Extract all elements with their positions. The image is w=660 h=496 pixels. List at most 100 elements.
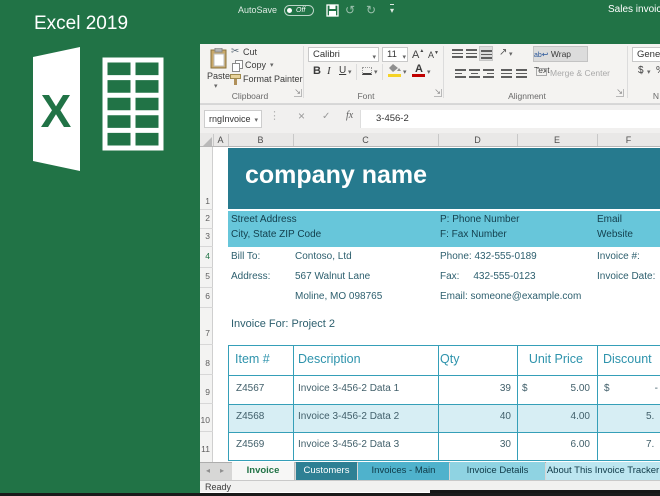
currency-icon[interactable]: $ <box>638 65 644 76</box>
enter-icon[interactable]: ✓ <box>322 111 330 122</box>
borders-icon[interactable] <box>362 67 372 75</box>
column-header-d[interactable]: D <box>438 135 517 145</box>
table-row-qty[interactable]: 40 <box>470 411 511 422</box>
bill-to-label[interactable]: Bill To: <box>231 251 260 262</box>
select-all-button[interactable] <box>203 137 212 146</box>
borders-dropdown-icon[interactable]: ▾ <box>374 68 378 76</box>
table-row-discount[interactable]: 5. <box>646 411 654 422</box>
fax-number-label[interactable]: F: Fax Number <box>440 229 507 240</box>
row-header-8[interactable]: 8 <box>200 358 210 368</box>
table-header-discount[interactable]: Discount <box>603 352 652 366</box>
paste-dropdown-icon[interactable]: ▾ <box>214 82 218 90</box>
merge-center-button[interactable]: Merge & Center <box>550 68 610 78</box>
number-format-select[interactable]: General <box>632 47 660 62</box>
paste-button[interactable]: Paste <box>207 71 230 81</box>
align-middle-icon[interactable] <box>466 49 477 58</box>
city-state-zip[interactable]: City, State ZIP Code <box>231 229 321 240</box>
fx-icon[interactable]: fx <box>346 110 353 121</box>
percent-icon[interactable]: % <box>656 65 660 76</box>
invoice-number-label[interactable]: Invoice #: <box>597 251 640 262</box>
row-header-10[interactable]: 10 <box>200 415 210 425</box>
row-header-11[interactable]: 11 <box>200 444 210 454</box>
italic-button[interactable]: I <box>327 65 331 77</box>
row-header-9[interactable]: 9 <box>200 387 210 397</box>
table-row-discount[interactable]: 7. <box>646 439 654 450</box>
email-label[interactable]: Email <box>597 214 622 225</box>
column-header-e[interactable]: E <box>517 135 597 145</box>
table-row-unit-price[interactable]: 4.00 <box>545 411 590 422</box>
sheet-tab-about[interactable]: About This Invoice Tracker <box>546 462 660 480</box>
tab-nav-left-icon[interactable]: ◂ <box>206 466 210 475</box>
column-header-a[interactable]: A <box>213 135 228 145</box>
table-row-item[interactable]: Z4568 <box>236 411 264 422</box>
table-row-description[interactable]: Invoice 3-456-2 Data 3 <box>298 439 399 450</box>
formula-input[interactable]: 3-456-2 <box>360 110 660 128</box>
save-icon[interactable] <box>326 4 339 17</box>
sheet-tab-invoice-details[interactable]: Invoice Details <box>450 462 545 480</box>
decrease-font-icon[interactable]: A▼ <box>428 50 439 60</box>
align-top-icon[interactable] <box>452 49 463 58</box>
column-header-c[interactable]: C <box>293 135 438 145</box>
sheet-tab-invoice[interactable]: Invoice <box>232 462 295 480</box>
row-header-7[interactable]: 7 <box>200 328 210 338</box>
align-left-icon[interactable] <box>455 69 466 78</box>
font-color-dropdown-icon[interactable]: ▾ <box>427 68 431 76</box>
invoice-date-label[interactable]: Invoice Date: <box>597 271 655 282</box>
orientation-dropdown-icon[interactable]: ▾ <box>509 50 513 58</box>
currency-dropdown-icon[interactable]: ▾ <box>647 68 651 76</box>
address-label[interactable]: Address: <box>231 271 270 282</box>
copy-button[interactable]: Copy <box>245 60 266 70</box>
align-right-icon[interactable] <box>483 69 494 78</box>
invoice-for[interactable]: Invoice For: Project 2 <box>231 318 335 330</box>
street-address[interactable]: Street Address <box>231 214 297 225</box>
website-label[interactable]: Website <box>597 229 633 240</box>
fill-color-dropdown-icon[interactable]: ▾ <box>403 68 407 76</box>
address-line-2[interactable]: Moline, MO 098765 <box>295 291 382 302</box>
align-center-icon[interactable] <box>469 69 480 78</box>
font-size-select[interactable]: 11 ▾ <box>382 47 408 62</box>
table-row-unit-price[interactable]: 5.00 <box>545 383 590 394</box>
table-header-unit-price[interactable]: Unit Price <box>517 352 583 366</box>
table-row-qty[interactable]: 30 <box>470 439 511 450</box>
font-dialog-launcher[interactable]: ↘ <box>434 89 442 97</box>
align-bottom-icon[interactable] <box>479 46 493 61</box>
table-row-item[interactable]: Z4567 <box>236 383 264 394</box>
table-row-description[interactable]: Invoice 3-456-2 Data 2 <box>298 411 399 422</box>
table-row-qty[interactable]: 39 <box>470 383 511 394</box>
table-row-discount[interactable]: - <box>618 383 658 394</box>
name-box[interactable]: rngInvoice ▾ <box>204 110 262 128</box>
company-name[interactable]: company name <box>245 161 427 190</box>
bold-button[interactable]: B <box>313 65 321 77</box>
row-header-5[interactable]: 5 <box>200 271 210 281</box>
font-name-select[interactable]: Calibri ▾ <box>308 47 379 62</box>
column-header-b[interactable]: B <box>228 135 293 145</box>
address-line-1[interactable]: 567 Walnut Lane <box>295 271 370 282</box>
row-header-4[interactable]: 4 <box>200 251 210 261</box>
increase-font-icon[interactable]: A▲ <box>412 48 424 61</box>
copy-dropdown-icon[interactable]: ▾ <box>270 61 274 69</box>
orientation-icon[interactable]: ↗ <box>499 47 507 58</box>
sheet-tab-customers[interactable]: Customers <box>296 462 357 480</box>
row-header-1[interactable]: 1 <box>200 196 210 206</box>
undo-icon[interactable]: ↺ <box>345 3 355 17</box>
row-header-6[interactable]: 6 <box>200 291 210 301</box>
name-box-divider[interactable]: ⋮ <box>269 109 280 122</box>
row-header-2[interactable]: 2 <box>200 213 210 223</box>
phone-value[interactable]: Phone: 432-555-0189 <box>440 251 537 262</box>
table-row-description[interactable]: Invoice 3-456-2 Data 1 <box>298 383 399 394</box>
redo-icon[interactable]: ↻ <box>366 3 376 17</box>
table-row-unit-price[interactable]: 6.00 <box>545 439 590 450</box>
cut-button[interactable]: Cut <box>243 47 257 57</box>
bill-to-value[interactable]: Contoso, Ltd <box>295 251 352 262</box>
wrap-text-button[interactable]: ab↩ Wrap Text <box>533 46 588 62</box>
row-header-3[interactable]: 3 <box>200 231 210 241</box>
table-header-qty[interactable]: Qty <box>440 352 459 366</box>
underline-dropdown-icon[interactable]: ▾ <box>348 68 352 76</box>
sheet-tab-invoices-main[interactable]: Invoices - Main <box>358 462 449 480</box>
phone-number-label[interactable]: P: Phone Number <box>440 214 520 225</box>
format-painter-button[interactable]: Format Painter <box>243 74 303 84</box>
autosave-toggle[interactable]: Off <box>284 5 314 16</box>
qat-dropdown-icon[interactable]: ▾ <box>390 4 394 15</box>
tab-nav-right-icon[interactable]: ▸ <box>220 466 224 475</box>
table-header-item[interactable]: Item # <box>235 352 270 366</box>
